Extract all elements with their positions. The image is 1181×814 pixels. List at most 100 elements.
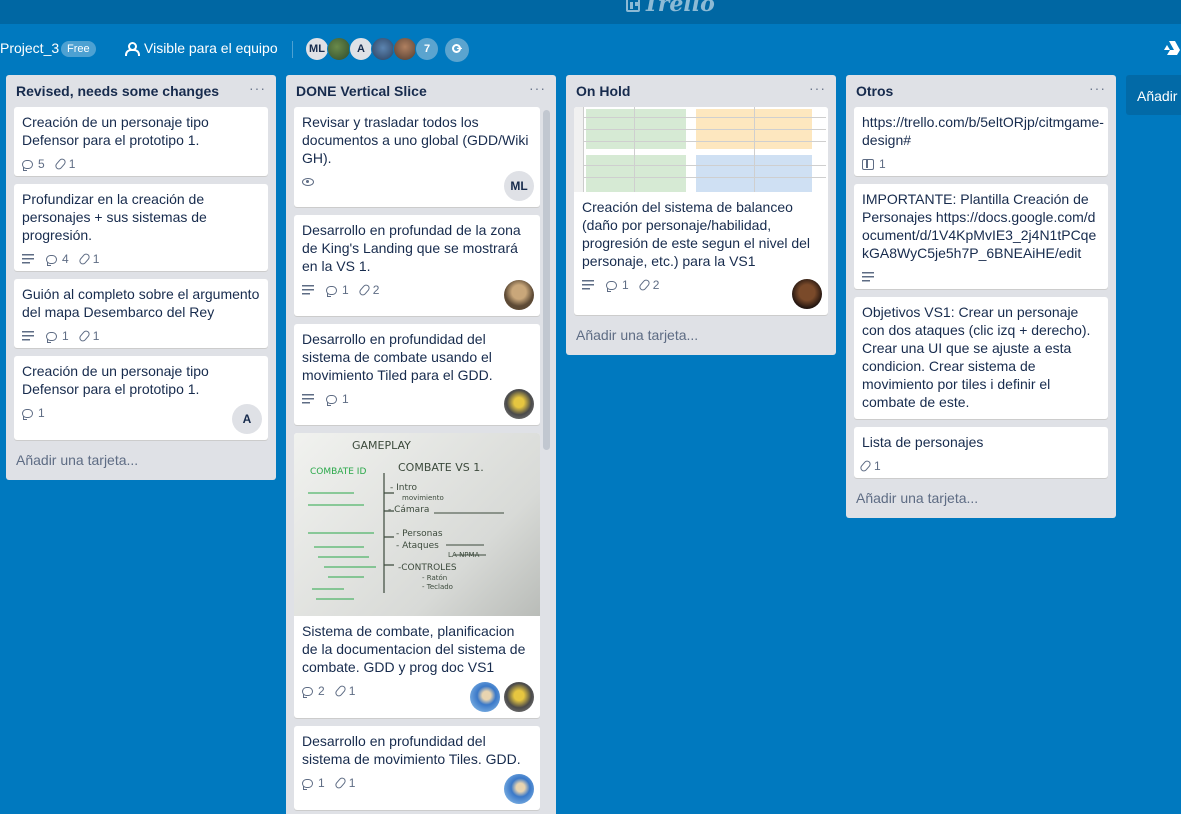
card-member-avatar[interactable]	[504, 389, 534, 419]
invite-member-button[interactable]	[445, 38, 469, 62]
card[interactable]: Desarrollo en profundidad del sistema de…	[294, 324, 540, 425]
list-header[interactable]: On Hold ···	[566, 75, 836, 107]
attachment-icon	[53, 157, 67, 171]
list-menu-button[interactable]: ···	[249, 81, 266, 95]
card-cover-spreadsheet	[574, 107, 828, 192]
list-header[interactable]: DONE Vertical Slice ···	[286, 75, 556, 107]
list-menu-button[interactable]: ···	[1089, 81, 1106, 95]
card[interactable]: https://trello.com/b/5eltORjp/citmgame-d…	[854, 107, 1108, 176]
attachments-badge: 1	[77, 252, 99, 266]
card-cover-whiteboard-photo: GAMEPLAY COMBATE VS 1. COMBATE ID - Intr…	[294, 433, 540, 616]
card-title: Objetivos VS1: Crear un personaje con do…	[862, 304, 1091, 410]
description-icon	[302, 285, 314, 295]
list-revised: Revised, needs some changes ··· Creación…	[6, 75, 276, 480]
card[interactable]: GAMEPLAY COMBATE VS 1. COMBATE ID - Intr…	[294, 433, 540, 718]
list-header[interactable]: Otros ···	[846, 75, 1116, 107]
add-list-button[interactable]: Añadir	[1126, 75, 1181, 115]
list-title[interactable]: DONE Vertical Slice	[296, 83, 427, 99]
card-member-avatar[interactable]	[504, 774, 534, 804]
comment-icon	[326, 285, 337, 297]
comment-count: 4	[62, 252, 69, 266]
card[interactable]: Profundizar en la creación de personajes…	[14, 184, 268, 271]
list-title[interactable]: Otros	[856, 83, 893, 99]
linked-board-badge: 1	[862, 157, 886, 171]
avatar[interactable]	[327, 37, 351, 61]
card-title: Desarrollo en profundad de la zona de Ki…	[302, 222, 521, 274]
more-members-count[interactable]: 7	[415, 37, 439, 61]
list-on-hold: On Hold ··· Creación del sistema de bala…	[566, 75, 836, 355]
list-header[interactable]: Revised, needs some changes ···	[6, 75, 276, 107]
plan-badge: Free	[61, 41, 96, 57]
card[interactable]: Creación de un personaje tipo Defensor p…	[14, 356, 268, 440]
attachment-count: 2	[372, 283, 380, 297]
card-member-avatar[interactable]	[504, 280, 534, 310]
visibility-button[interactable]: Visible para el equipo	[124, 40, 278, 56]
list-scrollbar[interactable]	[543, 110, 550, 450]
comment-count: 1	[318, 776, 325, 790]
card-member-avatar[interactable]	[792, 279, 822, 309]
list-menu-button[interactable]: ···	[529, 81, 546, 95]
avatar[interactable]	[393, 37, 417, 61]
card-title: Creación de un personaje tipo Defensor p…	[22, 363, 209, 397]
add-card-button[interactable]: Añadir una tarjeta...	[846, 486, 1116, 518]
description-badge	[302, 394, 314, 404]
comment-icon	[606, 280, 617, 292]
avatar[interactable]	[371, 37, 395, 61]
description-icon	[582, 280, 594, 290]
list-menu-button[interactable]: ···	[809, 81, 826, 95]
trello-logo[interactable]: Trello	[626, 0, 715, 17]
comment-icon	[46, 254, 57, 266]
add-card-button[interactable]: Añadir una tarjeta...	[6, 448, 276, 480]
card[interactable]: Lista de personajes 1	[854, 427, 1108, 478]
comments-badge: 1	[22, 406, 45, 420]
description-badge	[22, 254, 34, 264]
card-member-avatar[interactable]: ML	[504, 171, 534, 201]
comment-icon	[302, 686, 313, 698]
card-member-avatar[interactable]	[504, 682, 534, 712]
eye-icon	[302, 178, 314, 186]
card[interactable]: Guión al completo sobre el argumento del…	[14, 279, 268, 348]
card-title: IMPORTANTE: Plantilla Creación de Person…	[862, 191, 1097, 261]
google-drive-icon[interactable]	[1164, 41, 1180, 55]
avatar[interactable]: A	[349, 37, 373, 61]
logo-text: Trello	[643, 0, 715, 17]
attachments-badge: 2	[637, 278, 659, 292]
card[interactable]: Creación del sistema de balanceo (daño p…	[574, 107, 828, 315]
card-title: https://trello.com/b/5eltORjp/citmgame-d…	[862, 114, 1104, 148]
card[interactable]: Creación de un personaje tipo Defensor p…	[14, 107, 268, 176]
board-members: ML A 7	[305, 37, 439, 61]
list-title[interactable]: On Hold	[576, 83, 630, 99]
card[interactable]: Objetivos VS1: Crear un personaje con do…	[854, 297, 1108, 419]
card-title: Profundizar en la creación de personajes…	[22, 191, 207, 243]
card[interactable]: Revisar y trasladar todos los documentos…	[294, 107, 540, 207]
attachment-count: 1	[348, 776, 356, 790]
description-badge	[302, 285, 314, 295]
board-icon	[862, 158, 874, 170]
card[interactable]: Desarrollo en profundidad del sistema de…	[294, 726, 540, 810]
comments-badge: 1	[326, 283, 349, 297]
attachment-icon	[77, 329, 91, 343]
card-title: Creación del sistema de balanceo (daño p…	[582, 199, 811, 269]
comment-icon	[22, 408, 33, 420]
attachment-count: 1	[92, 329, 100, 343]
team-icon	[124, 41, 140, 56]
card[interactable]: IMPORTANTE: Plantilla Creación de Person…	[854, 184, 1108, 289]
card[interactable]: Desarrollo en profundad de la zona de Ki…	[294, 215, 540, 316]
description-badge	[862, 272, 874, 282]
attachment-count: 1	[68, 157, 76, 171]
comments-badge: 1	[46, 329, 69, 343]
card-member-avatar[interactable]: A	[232, 404, 262, 434]
attachment-icon	[357, 283, 371, 297]
comments-badge: 1	[326, 392, 349, 406]
description-icon	[862, 272, 874, 282]
attachment-icon	[333, 684, 347, 698]
card-member-avatar[interactable]	[470, 682, 500, 712]
add-person-icon	[451, 44, 464, 56]
list-title[interactable]: Revised, needs some changes	[16, 83, 219, 99]
description-icon	[22, 254, 34, 264]
add-card-button[interactable]: Añadir una tarjeta...	[566, 323, 836, 355]
avatar[interactable]: ML	[305, 37, 329, 61]
board-title[interactable]: Project_3	[0, 40, 59, 56]
card-title: Lista de personajes	[862, 434, 984, 450]
divider	[292, 41, 293, 58]
